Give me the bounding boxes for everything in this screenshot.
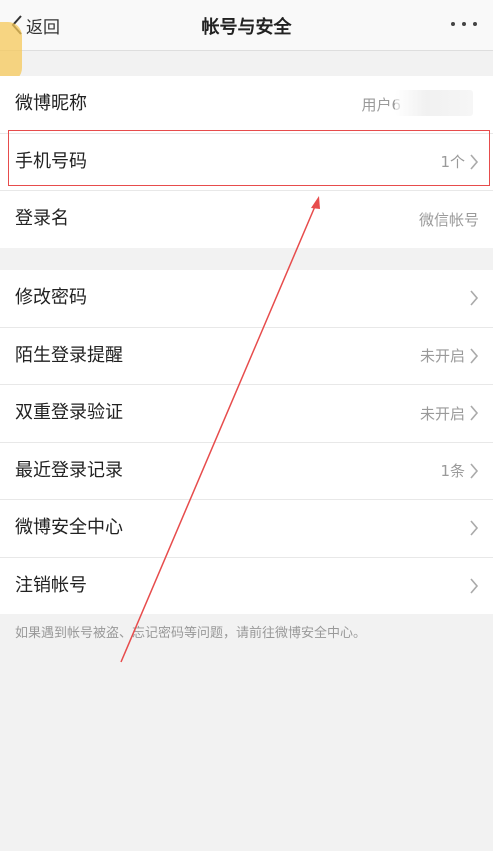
row-phone[interactable]: 手机号码 1个 <box>0 134 493 191</box>
chevron-right-icon <box>470 347 479 364</box>
chevron-right-icon <box>470 462 479 479</box>
more-dots-icon[interactable] <box>451 22 477 26</box>
row-login-name[interactable]: 登录名 微信帐号 <box>0 191 493 248</box>
page-title: 帐号与安全 <box>201 17 292 38</box>
row-label: 登录名 <box>15 208 69 229</box>
chevron-right-icon <box>470 405 479 421</box>
row-recent-logins[interactable]: 最近登录记录 1条 <box>0 443 493 500</box>
row-nickname[interactable]: 微博昵称 用户6 <box>0 76 493 134</box>
blurred-text <box>395 90 473 116</box>
row-two-step-verification[interactable]: 双重登录验证 未开启 <box>0 385 493 443</box>
row-security-center[interactable]: 微博安全中心 <box>0 500 493 558</box>
row-label: 双重登录验证 <box>15 402 123 423</box>
row-value: 1个 <box>440 153 465 171</box>
row-change-password[interactable]: 修改密码 <box>0 270 493 328</box>
row-value: 未开启 <box>419 347 465 365</box>
chevron-right-icon <box>470 290 479 306</box>
row-label: 陌生登录提醒 <box>15 344 123 366</box>
row-label: 手机号码 <box>15 150 87 172</box>
chevron-right-icon <box>470 153 479 170</box>
decorative-blob <box>0 22 22 82</box>
account-info-group: 微博昵称 用户6 手机号码 1个 登录名 微信帐号 <box>0 76 493 248</box>
row-label: 微博昵称 <box>15 93 87 114</box>
security-settings-group: 修改密码 陌生登录提醒 未开启 双重登录验证 未开启 最近登录记录 1条 微博安… <box>0 270 493 614</box>
chevron-right-icon <box>470 577 479 594</box>
row-label: 微博安全中心 <box>15 517 123 538</box>
chevron-right-icon <box>470 520 479 536</box>
footnote-text: 如果遇到帐号被盗、忘记密码等问题，请前往微博安全中心。 <box>15 626 367 641</box>
row-label: 注销帐号 <box>15 574 87 596</box>
row-value: 微信帐号 <box>418 210 479 229</box>
navigation-bar: 返回 帐号与安全 <box>0 0 493 51</box>
row-value: 1条 <box>440 462 465 480</box>
row-deactivate-account[interactable]: 注销帐号 <box>0 558 493 615</box>
row-label: 修改密码 <box>15 287 87 308</box>
row-unfamiliar-login-alert[interactable]: 陌生登录提醒 未开启 <box>0 328 493 385</box>
row-value: 未开启 <box>419 404 465 423</box>
row-label: 最近登录记录 <box>15 459 123 481</box>
